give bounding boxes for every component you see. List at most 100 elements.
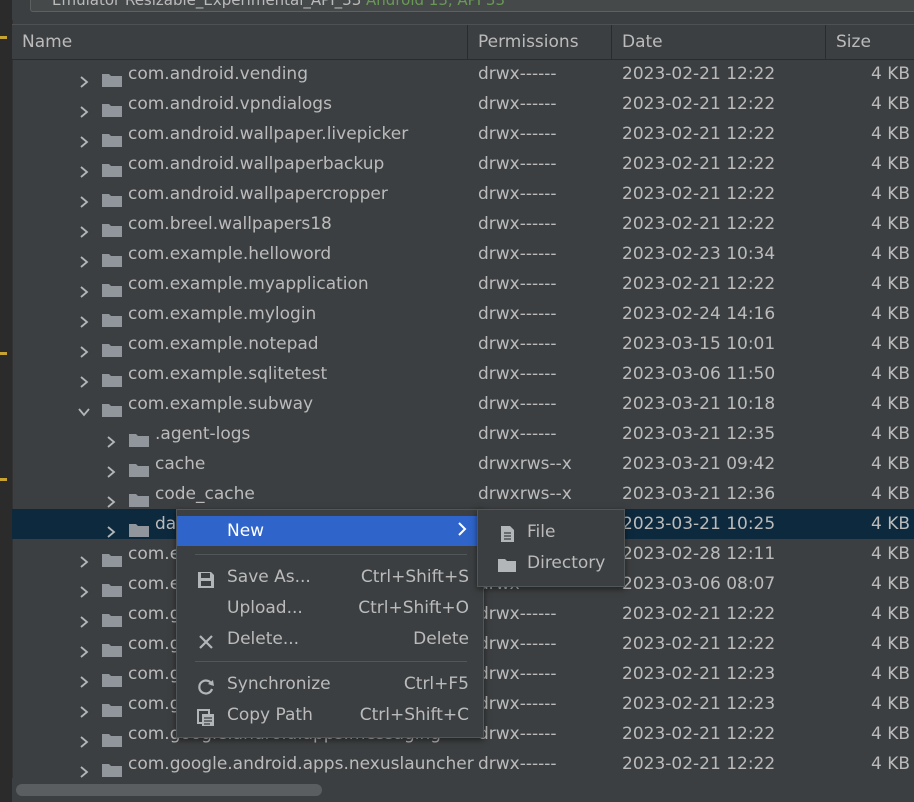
file-permissions: drwx------ <box>478 634 557 654</box>
file-name: com.g <box>128 604 181 624</box>
submenu-item-file[interactable]: File <box>478 517 624 547</box>
table-row[interactable]: com.example.mylogin drwx------ 2023-02-24 … <box>12 299 914 329</box>
folder-icon <box>102 157 122 177</box>
table-row[interactable]: com.android.vpndialogs drwx------ 2023-02-… <box>12 89 914 119</box>
menu-item-label: Copy Path <box>227 705 313 725</box>
file-permissions: drwx------ <box>478 724 557 744</box>
file-size: 4 KB <box>870 394 910 414</box>
chevron-right-icon[interactable] <box>78 248 90 268</box>
column-header-permissions[interactable]: Permissions <box>468 25 612 59</box>
scrollbar-thumb[interactable] <box>16 784 322 796</box>
file-size: 4 KB <box>870 604 910 624</box>
chevron-right-icon[interactable] <box>78 638 90 658</box>
chevron-right-icon[interactable] <box>78 728 90 748</box>
chevron-right-icon[interactable] <box>78 578 90 598</box>
file-size: 4 KB <box>870 634 910 654</box>
file-date: 2023-03-21 10:18 <box>622 394 776 414</box>
chevron-right-icon[interactable] <box>78 548 90 568</box>
file-size: 4 KB <box>870 184 910 204</box>
table-row[interactable]: com.android.vending drwx------ 2023-02-21 … <box>12 59 914 89</box>
table-row[interactable]: com.example.myapplication drwx------ 2023-… <box>12 269 914 299</box>
menu-item-synchronize[interactable]: Synchronize Ctrl+F5 <box>177 669 483 699</box>
table-row[interactable]: com.android.wallpapercropper drwx------ 20… <box>12 179 914 209</box>
menu-item-new[interactable]: New <box>177 516 483 546</box>
file-permissions: drwx------ <box>478 664 557 684</box>
file-name: cache <box>155 454 206 474</box>
file-name: com.example.subway <box>128 394 314 414</box>
device-file-explorer: Emulator Resizable_Experimental_API_33 A… <box>0 0 914 802</box>
column-header-name[interactable]: Name <box>12 25 468 59</box>
chevron-right-icon[interactable] <box>78 308 90 328</box>
chevron-down-icon[interactable] <box>78 398 90 417</box>
menu-item-save-as[interactable]: Save As... Ctrl+Shift+S <box>177 562 483 592</box>
table-row[interactable]: com.google.android.apps.nexuslauncher drw… <box>12 749 914 779</box>
file-date: 2023-02-24 14:16 <box>622 304 776 324</box>
chevron-right-icon[interactable] <box>78 668 90 688</box>
menu-item-label: Upload... <box>227 598 303 618</box>
file-size: 4 KB <box>870 154 910 174</box>
chevron-right-icon <box>457 516 467 546</box>
file-permissions: drwxrws--x <box>478 484 572 504</box>
file-permissions: drwx------ <box>478 754 557 774</box>
file-date: 2023-03-21 09:42 <box>622 454 776 474</box>
table-row[interactable]: com.example.helloword drwx------ 2023-02-2… <box>12 239 914 269</box>
file-name: code_cache <box>155 484 255 504</box>
file-name: com.android.wallpapercropper <box>128 184 388 204</box>
column-header-date[interactable]: Date <box>612 25 826 59</box>
table-row[interactable]: com.example.notepad drwx------ 2023-03-15 … <box>12 329 914 359</box>
table-row[interactable]: com.android.wallpaperbackup drwx------ 202… <box>12 149 914 179</box>
table-row[interactable]: .agent-logs drwx------ 2023-03-21 12:35 4 K… <box>12 419 914 449</box>
chevron-right-icon[interactable] <box>78 188 90 208</box>
file-size: 4 KB <box>870 94 910 114</box>
file-size: 4 KB <box>870 124 910 144</box>
chevron-right-icon[interactable] <box>78 218 90 238</box>
chevron-right-icon[interactable] <box>78 368 90 388</box>
file-name: da <box>155 514 177 534</box>
chevron-right-icon[interactable] <box>105 488 117 508</box>
chevron-right-icon[interactable] <box>78 758 90 778</box>
column-header-size[interactable]: Size <box>826 25 914 59</box>
file-date: 2023-02-21 12:22 <box>622 274 776 294</box>
chevron-right-icon[interactable] <box>105 458 117 478</box>
table-row[interactable]: com.breel.wallpapers18 drwx------ 2023-02-… <box>12 209 914 239</box>
chevron-right-icon[interactable] <box>105 428 117 448</box>
folder-icon <box>102 217 122 237</box>
chevron-right-icon[interactable] <box>78 698 90 718</box>
chevron-right-icon[interactable] <box>78 98 90 118</box>
table-row[interactable]: com.android.wallpaper.livepicker drwx----… <box>12 119 914 149</box>
chevron-right-icon[interactable] <box>105 518 117 538</box>
file-permissions: drwx------ <box>478 64 557 84</box>
file-name: .agent-logs <box>155 424 251 444</box>
chevron-right-icon[interactable] <box>78 608 90 628</box>
table-row[interactable]: com.example.sqlitetest drwx------ 2023-03-… <box>12 359 914 389</box>
file-date: 2023-02-21 12:22 <box>622 634 776 654</box>
chevron-right-icon[interactable] <box>78 278 90 298</box>
chevron-right-icon[interactable] <box>78 338 90 358</box>
file-size: 4 KB <box>870 754 910 774</box>
file-size: 4 KB <box>870 334 910 354</box>
folder-icon <box>102 547 122 567</box>
menu-item-copy-path[interactable]: Copy Path Ctrl+Shift+C <box>177 700 483 730</box>
folder-icon <box>129 487 149 507</box>
file-date: 2023-02-21 12:23 <box>622 664 776 684</box>
file-date: 2023-03-21 12:35 <box>622 424 776 444</box>
table-row[interactable]: cache drwxrws--x 2023-03-21 09:42 4 KB <box>12 449 914 479</box>
file-permissions: drwx------ <box>478 184 557 204</box>
chevron-right-icon[interactable] <box>78 128 90 148</box>
file-date: 2023-02-21 12:23 <box>622 694 776 714</box>
folder-icon <box>102 97 122 117</box>
table-row[interactable]: code_cache drwxrws--x 2023-03-21 12:36 4 KB <box>12 479 914 509</box>
menu-item-delete[interactable]: Delete... Delete <box>177 624 483 654</box>
file-size: 4 KB <box>870 424 910 444</box>
file-size: 4 KB <box>870 244 910 264</box>
chevron-right-icon[interactable] <box>78 158 90 178</box>
chevron-right-icon[interactable] <box>78 68 90 88</box>
new-submenu: File Directory <box>477 509 625 587</box>
horizontal-scrollbar[interactable] <box>12 778 914 802</box>
table-row[interactable]: com.example.subway drwx------ 2023-03-21 1… <box>12 389 914 419</box>
file-date: 2023-02-21 12:22 <box>622 124 776 144</box>
submenu-item-directory[interactable]: Directory <box>478 548 624 578</box>
folder-icon <box>102 727 122 747</box>
menu-item-upload[interactable]: Upload... Ctrl+Shift+O <box>177 593 483 623</box>
folder-icon <box>102 757 122 777</box>
